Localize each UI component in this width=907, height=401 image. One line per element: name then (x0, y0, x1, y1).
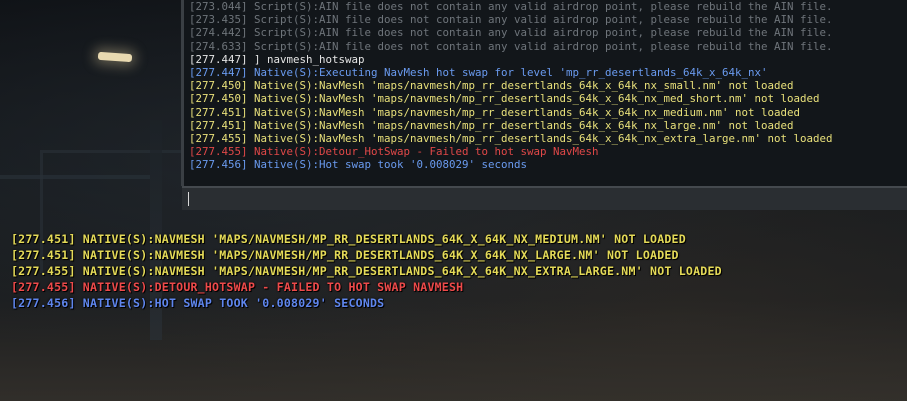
notify-line: [277.455] NATIVE(S):NAVMESH 'MAPS/NAVMES… (11, 264, 722, 278)
game-scene: [273.044] Script(S):AIN file does not co… (0, 0, 907, 401)
text-caret (188, 192, 189, 206)
console-log-line: [277.451] Native(S):NavMesh 'maps/navmes… (189, 105, 801, 119)
console-log-line: [273.044] Script(S):AIN file does not co… (189, 0, 833, 13)
background-floor (0, 300, 907, 401)
console-input-bar (182, 186, 907, 210)
console-log-line: [277.455] Native(S):NavMesh 'maps/navmes… (189, 131, 833, 145)
notify-line: [277.451] NATIVE(S):NAVMESH 'MAPS/NAVMES… (11, 232, 686, 246)
console-log-line: [274.442] Script(S):AIN file does not co… (189, 26, 833, 40)
console-log-line: [274.633] Script(S):AIN file does not co… (189, 39, 833, 53)
console-log-line: [277.456] Native(S):Hot swap took '0.008… (189, 158, 528, 172)
console-log-line: [277.450] Native(S):NavMesh 'maps/navmes… (189, 79, 794, 93)
notify-error-line: [277.455] NATIVE(S):DETOUR_HOTSWAP - FAI… (11, 280, 464, 294)
console-log-line: [273.435] Script(S):AIN file does not co… (189, 13, 833, 27)
console-log[interactable]: [273.044] Script(S):AIN file does not co… (189, 0, 904, 172)
developer-console: [273.044] Script(S):AIN file does not co… (181, 0, 907, 186)
console-log-line: [277.451] Native(S):NavMesh 'maps/navmes… (189, 118, 794, 132)
console-command-input[interactable] (186, 191, 901, 207)
console-notify-overlay: [277.451] NATIVE(S):NAVMESH 'MAPS/NAVMES… (11, 231, 901, 311)
notify-line: [277.451] NATIVE(S):NAVMESH 'MAPS/NAVMES… (11, 248, 679, 262)
console-command-echo: [277.447] ] navmesh_hotswap (189, 52, 365, 66)
background-light-fixture (97, 51, 133, 63)
console-log-line: [277.447] Native(S):Executing NavMesh ho… (189, 65, 768, 79)
console-log-line: [277.450] Native(S):NavMesh 'maps/navmes… (189, 92, 820, 106)
console-error-line: [277.455] Native(S):Detour_HotSwap - Fai… (189, 145, 599, 159)
notify-line: [277.456] NATIVE(S):HOT SWAP TOOK '0.008… (11, 296, 385, 310)
